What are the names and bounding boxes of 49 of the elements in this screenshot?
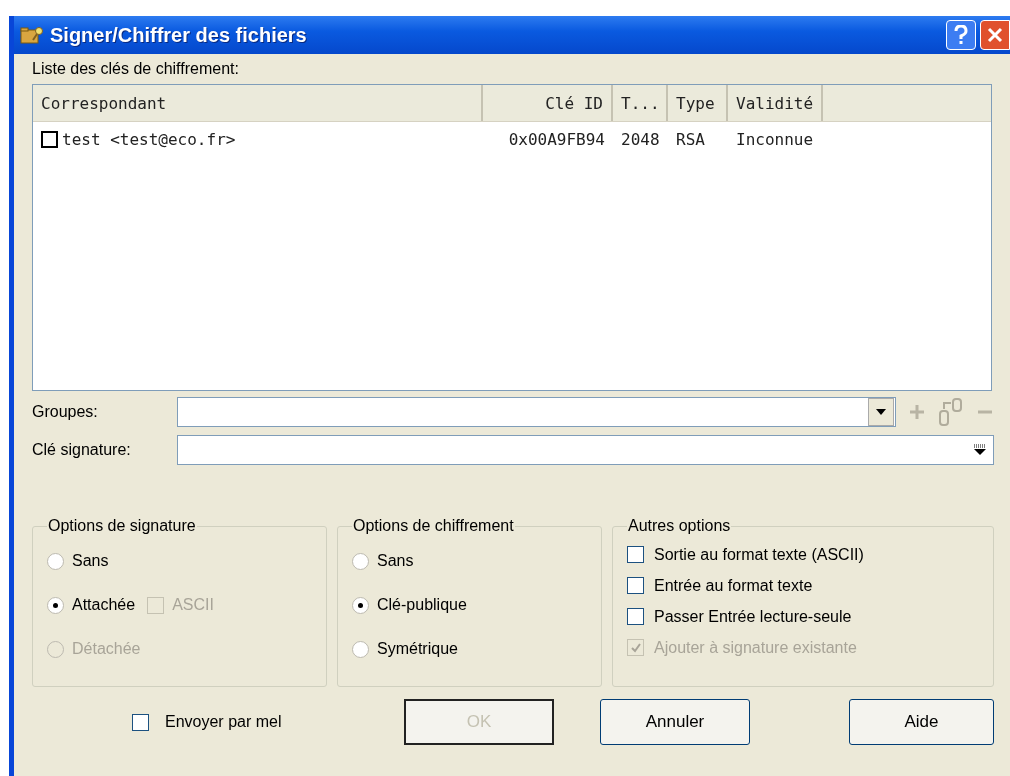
dialog-button[interactable]: Aide [849, 699, 994, 745]
column-header[interactable]: Correspondant [33, 85, 483, 121]
group-title: Autres options [627, 517, 732, 535]
window-title: Signer/Chiffrer des fichiers [50, 23, 307, 47]
option-label: Symétrique [377, 640, 458, 658]
checkbox[interactable] [41, 130, 58, 148]
key-folder-icon [20, 25, 44, 45]
table-cell-text: Inconnue [735, 129, 815, 149]
option-label: Sans [72, 552, 109, 570]
column-header[interactable]: T... [613, 85, 668, 121]
group-title: Options de signature [47, 517, 197, 535]
close-icon [987, 27, 1003, 43]
table-cell: test <test@eco.fr> [62, 129, 236, 149]
help-icon [954, 25, 968, 45]
caret-icon [876, 409, 886, 415]
radio-button[interactable] [352, 640, 369, 658]
key-list-label: Liste des clés de chiffrement: [32, 60, 240, 78]
column-header[interactable]: Validité [728, 85, 823, 121]
option-label: Sortie au format texte (ASCII) [654, 545, 864, 564]
radio-button[interactable] [47, 552, 64, 570]
help-button[interactable] [946, 20, 976, 50]
checkbox[interactable] [627, 546, 644, 563]
checkbox[interactable] [627, 608, 644, 625]
dropdown-arrow-icon[interactable] [973, 444, 987, 456]
dialog-button[interactable]: Annuler [600, 699, 750, 745]
table-cell-text: 0x00A9FB94 [507, 129, 606, 149]
radio-button[interactable] [352, 552, 369, 570]
send-by-mail-label: Envoyer par mel [165, 713, 282, 731]
column-header[interactable]: Type [668, 85, 728, 121]
option-label: ASCII [172, 596, 214, 614]
radio-button[interactable] [352, 596, 369, 614]
radio-button[interactable] [47, 596, 64, 614]
column-header[interactable]: Clé ID [483, 85, 613, 121]
option-label: Sans [377, 552, 414, 570]
signature-key-label: Clé signature: [32, 441, 132, 459]
table-cell-text: 2048 [620, 129, 661, 149]
group-title: Options de chiffrement [352, 517, 515, 535]
option-label: Passer Entrée lecture-seule [654, 607, 852, 626]
checkbox[interactable] [132, 713, 149, 731]
option-label: Attachée [72, 596, 136, 614]
option-label: Entrée au format texte [654, 576, 813, 595]
table-cell-text: RSA [675, 129, 706, 149]
close-button[interactable] [980, 20, 1010, 50]
groups-label: Groupes: [32, 403, 99, 421]
option-label: Clé-publique [377, 596, 467, 614]
checkbox[interactable] [627, 577, 644, 594]
option-label: Ajouter à signature existante [654, 638, 857, 657]
dropdown-button[interactable] [868, 398, 894, 426]
option-label: Détachée [72, 640, 141, 658]
